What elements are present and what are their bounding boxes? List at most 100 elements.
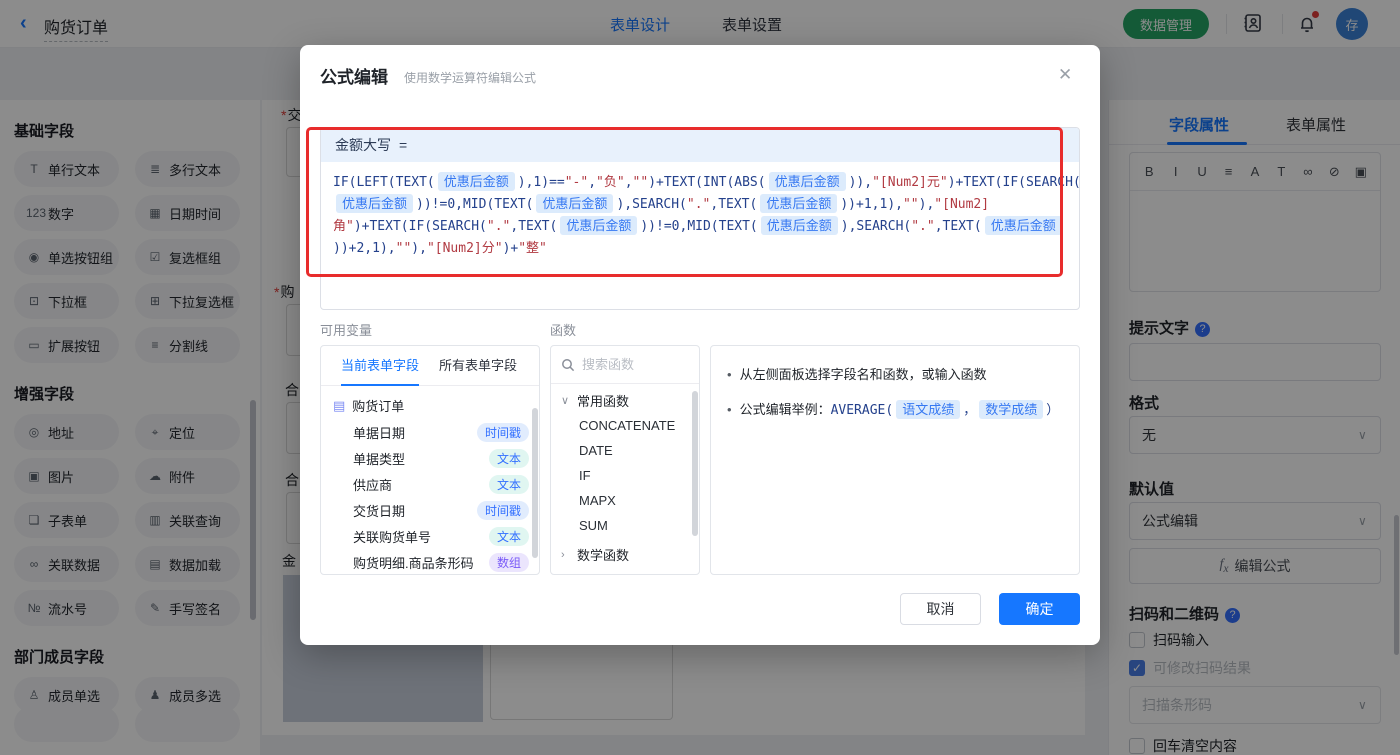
bullet: • [727, 402, 732, 417]
functions-scrollbar[interactable] [692, 391, 698, 536]
formula-string: "-" [564, 175, 589, 190]
formula-code: ,TEXT( [510, 219, 558, 234]
tab-current-form-fields[interactable]: 当前表单字段 [341, 346, 420, 386]
function-group-label: 文本函数 [577, 574, 629, 575]
variable-type-badge: 文本 [488, 474, 529, 494]
function-group[interactable]: ∨ 常用函数 [551, 384, 699, 413]
formula-code: )+TEXT(IF(SEARCH( [947, 175, 1080, 190]
formula-line: 优惠后金额))!=0,MID(TEXT(优惠后金额),SEARCH(".",TE… [333, 194, 1067, 216]
field-chip[interactable]: 优惠后金额 [984, 216, 1062, 235]
field-chip[interactable]: 优惠后金额 [437, 172, 515, 191]
variable-item[interactable]: 单据日期 时间戳 [321, 419, 539, 445]
variables-tabs: 当前表单字段 所有表单字段 [321, 346, 539, 386]
example-code: ， [963, 403, 977, 418]
formula-string: "[Num2]分" [426, 241, 503, 256]
formula-code: ), [918, 197, 935, 212]
formula-code: ),SEARCH( [840, 219, 912, 234]
formula-string: "" [395, 241, 412, 256]
confirm-button[interactable]: 确定 [999, 593, 1080, 625]
variable-type-badge: 文本 [488, 526, 529, 546]
formula-code: , [624, 175, 633, 190]
formula-string: "[Num2] [934, 197, 990, 212]
hint-line-2: • 公式编辑举例：AVERAGE(语文成绩，数学成绩） [727, 399, 1063, 421]
formula-code: , [588, 175, 597, 190]
formula-code: ,TEXT( [934, 219, 982, 234]
function-item[interactable]: CONCATENATE [551, 413, 699, 438]
field-chip[interactable]: 优惠后金额 [768, 172, 846, 191]
variable-name: 关联购货单号 [353, 529, 432, 545]
function-item[interactable]: DATE [551, 438, 699, 463]
function-item[interactable]: SUM [551, 513, 699, 538]
variable-type-badge: 时间戳 [476, 500, 529, 520]
formula-editor[interactable]: 金额大写 = IF(LEFT(TEXT(优惠后金额),1)=="-","负","… [320, 127, 1080, 310]
example-field-chip: 数学成绩 [979, 400, 1044, 419]
formula-string: "整" [518, 241, 547, 256]
formula-content[interactable]: IF(LEFT(TEXT(优惠后金额),1)=="-","负","")+TEXT… [321, 162, 1079, 270]
formula-code: IF(LEFT(TEXT( [333, 175, 435, 190]
formula-line: IF(LEFT(TEXT(优惠后金额),1)=="-","负","")+TEXT… [333, 172, 1079, 194]
formula-string: "." [686, 197, 711, 212]
hint-line-1: • 从左侧面板选择字段名和函数，或输入函数 [727, 364, 1063, 385]
variable-type-badge: 数组 [488, 552, 529, 572]
bullet: • [727, 367, 732, 382]
function-search [551, 346, 699, 384]
variable-name: 购货明细.商品条形码 [353, 555, 474, 571]
equals-sign: = [399, 137, 408, 153]
formula-target-field: 金额大写 [335, 137, 391, 153]
variable-item[interactable]: 关联购货单号 文本 [321, 523, 539, 549]
formula-string: "." [911, 219, 935, 234]
function-group-label: 数学函数 [577, 548, 630, 563]
field-chip[interactable]: 优惠后金额 [560, 216, 638, 235]
functions-label: 函数 [550, 323, 577, 338]
formula-edit-dialog: 公式编辑 使用数学运算符编辑公式 ✕ 金额大写 = IF(LEFT(TEXT(优… [300, 45, 1100, 645]
function-search-input[interactable] [582, 357, 682, 372]
chevron-down-icon: ∨ [561, 395, 570, 407]
variables-label: 可用变量 [320, 323, 373, 338]
variable-item[interactable]: 供应商 文本 [321, 471, 539, 497]
field-chip[interactable]: 优惠后金额 [336, 194, 414, 213]
formula-string: "" [632, 175, 649, 190]
formula-line: ))+2,1),""),"[Num2]分")+"整" [333, 238, 1067, 260]
formula-string: "" [902, 197, 919, 212]
dialog-subtitle: 使用数学运算符编辑公式 [404, 71, 537, 85]
formula-code: ),SEARCH( [616, 197, 687, 212]
close-icon[interactable]: ✕ [1058, 65, 1072, 85]
app-root: ‹ 购货订单 表单设计 表单设置 数据管理 存 ⊘表单外链 ⊡后端脚本 ⊞数据权… [0, 0, 1400, 755]
search-icon [562, 358, 575, 371]
chevron-right-icon: › [561, 548, 565, 561]
variable-item[interactable]: 单据类型 文本 [321, 445, 539, 471]
example-code: ） [1046, 403, 1060, 418]
formula-code: )), [848, 175, 873, 190]
variable-item[interactable]: 交货日期 时间戳 [321, 497, 539, 523]
formula-code: ))+1,1), [840, 197, 903, 212]
tab-all-form-fields[interactable]: 所有表单字段 [439, 346, 517, 386]
function-group-label: 常用函数 [577, 394, 630, 409]
formula-target-header: 金额大写 = [321, 128, 1079, 162]
variable-type-badge: 文本 [488, 448, 529, 468]
function-item[interactable]: MAPX [551, 488, 699, 513]
field-chip[interactable]: 优惠后金额 [536, 194, 614, 213]
field-chip[interactable]: 优惠后金额 [760, 194, 838, 213]
variable-name: 单据日期 [353, 425, 406, 441]
variable-item[interactable]: 购货明细.商品条形码 数组 [321, 549, 539, 574]
function-item[interactable]: IF [551, 463, 699, 488]
formula-code: )+TEXT(INT(ABS( [648, 175, 766, 190]
formula-code: ))+2,1), [333, 241, 396, 256]
formula-string: "负" [596, 175, 625, 190]
formula-code: )+TEXT(IF(SEARCH( [353, 219, 487, 234]
cancel-button[interactable]: 取消 [900, 593, 981, 625]
formula-code: ))!=0,MID(TEXT( [416, 197, 534, 212]
field-chip[interactable]: 优惠后金额 [760, 216, 838, 235]
function-group[interactable]: › 数学函数 [551, 538, 699, 567]
variables-panel: 当前表单字段 所有表单字段 ▤ 购货订单 单据日期 时间戳 单据类型 文本 供应商 文本交… [320, 345, 540, 575]
formula-code: ),1)== [517, 175, 565, 190]
variables-scrollbar[interactable] [532, 408, 538, 558]
example-field-chip: 语文成绩 [896, 400, 961, 419]
function-group[interactable]: ›文本函数 [551, 567, 699, 575]
formula-line: 角")+TEXT(IF(SEARCH(".",TEXT(优惠后金额))!=0,M… [333, 216, 1067, 238]
variables-root[interactable]: ▤ 购货订单 [321, 386, 539, 419]
formula-code: ))!=0,MID(TEXT( [640, 219, 758, 234]
variable-name: 交货日期 [353, 503, 406, 519]
dialog-title: 公式编辑 [320, 68, 388, 87]
variable-name: 单据类型 [353, 451, 406, 467]
